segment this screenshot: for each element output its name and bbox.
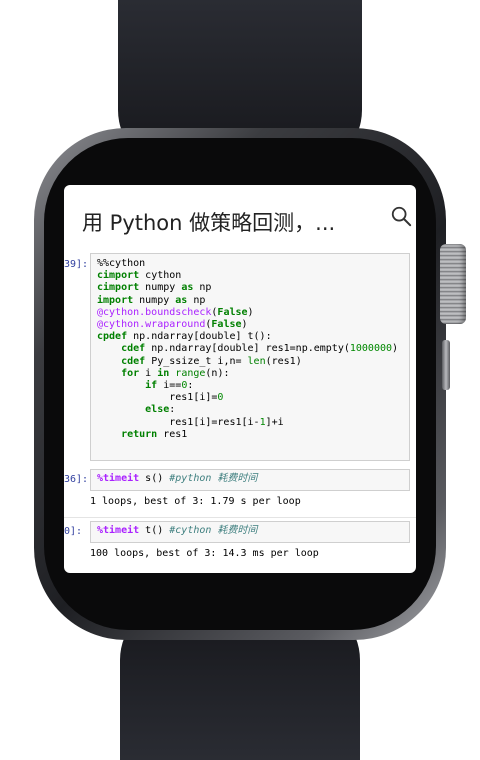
code-token: i [139,367,158,379]
code-token: cython [139,270,182,282]
digital-crown[interactable] [440,244,466,324]
code-token: False [217,306,248,318]
code-token: %timeit [97,473,140,484]
code-block: %timeit s() #python 耗费时间 [91,470,409,489]
code-input[interactable]: %%cython cimport cython cimport numpy as… [90,253,410,461]
code-token: : [187,380,194,392]
code-token: ]+i [265,416,284,428]
code-token: @cython.boundscheck [97,306,212,318]
code-token: res1[i]=res1[i- [97,416,260,428]
code-token: numpy [133,294,176,306]
code-token: for [97,367,140,379]
code-token: #python 耗费时间 [169,473,258,484]
title-bar: 用 Python 做策略回测，... [64,185,416,247]
code-token: if [97,380,158,392]
code-token: res1[i]= [97,392,218,404]
code-token: (n): [205,367,230,379]
code-token: 0 [217,392,224,404]
code-token: as [181,282,194,294]
code-input[interactable]: %timeit t() #cython 耗费时间 [90,521,410,543]
code-token: np.ndarray[double] t(): [127,331,272,343]
code-token: %timeit [97,525,140,536]
search-icon[interactable] [390,205,412,227]
code-token: return [97,428,158,440]
code-token: import [97,294,134,306]
cell-prompt: 39]: [64,259,89,270]
code-token: ) [392,343,399,355]
code-token: Py_ssize_t i,n= [145,355,248,367]
notebook-cell-timeit-cython: 0]: %timeit t() #cython 耗费时间 100 loops, … [64,521,416,569]
code-token: @cython.wraparound [97,319,206,331]
code-token: #cython 耗费时间 [169,525,258,536]
code-token: cdef [97,343,146,355]
code-token: %%cython [97,258,146,269]
code-token: np [187,294,206,306]
code-token: else [97,404,170,416]
notebook-cell-timeit-python: 36]: %timeit s() #python 耗费时间 1 loops, b… [64,469,416,517]
code-token: (res1) [265,355,302,367]
code-input[interactable]: %timeit s() #python 耗费时间 [90,469,410,491]
code-token: : [169,404,176,416]
code-token: numpy [139,282,182,294]
code-block: %%cython cimport cython cimport numpy as… [91,254,409,445]
code-block: %timeit t() #cython 耗费时间 [91,522,409,541]
code-token: s() [139,473,170,484]
code-token: len [247,355,266,367]
cell-prompt: 36]: [64,474,89,485]
code-token: ) [241,319,248,331]
code-token: in [157,367,170,379]
code-token: False [211,319,242,331]
code-token: i== [157,380,182,392]
code-token: np [193,282,212,294]
code-token: np.ndarray[double] res1=np.empty( [145,343,350,355]
cell-output: 1 loops, best of 3: 1.79 s per loop [90,496,301,507]
cell-output: 100 loops, best of 3: 14.3 ms per loop [90,548,319,559]
code-token: t() [139,525,170,536]
code-token: cimport [97,270,140,282]
side-button[interactable] [442,340,450,390]
code-token: ) [247,306,254,318]
code-token: as [175,294,188,306]
code-token: cpdef [97,331,128,343]
code-token: cdef [97,355,146,367]
code-token: res1 [157,428,188,440]
cell-divider [64,517,416,518]
code-token: 1000000 [349,343,393,355]
notebook-cell-cython-def: 39]: %%cython cimport cython cimport num… [64,253,416,461]
page-title: 用 Python 做策略回测，... [82,211,336,235]
code-token: cimport [97,282,140,294]
cell-prompt: 0]: [64,526,83,537]
watch-screen: 用 Python 做策略回测，... 39]: %%cython cimport… [64,185,416,573]
code-token: range [175,367,206,379]
